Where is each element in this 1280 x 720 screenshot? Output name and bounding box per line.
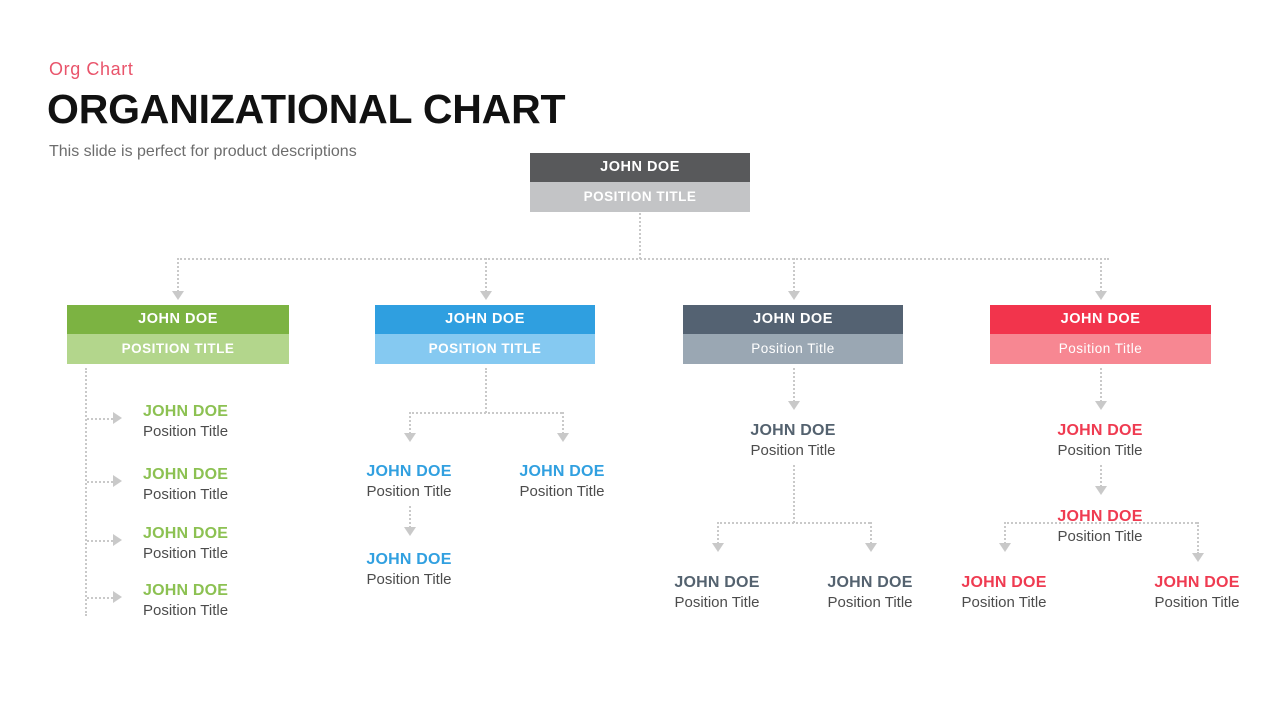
org-node-green-name: JOHN DOE — [67, 305, 289, 334]
arrowhead-slate-item-1 — [788, 401, 800, 410]
arrowhead-slate — [788, 291, 800, 300]
org-leaf-red-3[interactable]: JOHN DOE Position Title — [904, 573, 1104, 613]
connector-slate-sub-stem — [793, 465, 795, 523]
org-node-slate-name: JOHN DOE — [683, 305, 903, 334]
org-leaf-red-2[interactable]: JOHN DOE Position Title — [1000, 507, 1200, 547]
org-node-red-name: JOHN DOE — [990, 305, 1211, 334]
org-leaf-blue-3-title: Position Title — [366, 571, 452, 588]
arrowhead-slate-item-3 — [865, 543, 877, 552]
org-chart-slide: Org Chart ORGANIZATIONAL CHART This slid… — [0, 0, 1280, 720]
arrowhead-slate-item-2 — [712, 543, 724, 552]
arrowhead-red-item-1 — [1095, 401, 1107, 410]
org-node-green-title: POSITION TITLE — [67, 334, 289, 364]
connector-green-rail — [85, 368, 87, 616]
connector-drop-red — [1100, 258, 1102, 292]
org-node-blue-name: JOHN DOE — [375, 305, 595, 334]
connector-slate-drop-2 — [870, 522, 872, 544]
org-node-blue-title: POSITION TITLE — [375, 334, 595, 364]
org-leaf-green-2-name: JOHN DOE — [143, 466, 229, 483]
org-node-root-name: JOHN DOE — [530, 153, 750, 182]
org-node-blue[interactable]: JOHN DOE POSITION TITLE — [375, 305, 595, 364]
org-leaf-green-3-name: JOHN DOE — [143, 525, 229, 542]
connector-green-stub-4 — [87, 597, 113, 599]
org-leaf-blue-3[interactable]: JOHN DOE Position Title — [309, 550, 509, 590]
page-title: ORGANIZATIONAL CHART — [47, 86, 566, 132]
org-node-red[interactable]: JOHN DOE Position Title — [990, 305, 1211, 364]
org-leaf-red-3-title: Position Title — [961, 594, 1047, 611]
connector-slate-bus — [717, 522, 870, 524]
connector-red-drop-1 — [1004, 522, 1006, 544]
arrowhead-green — [172, 291, 184, 300]
arrowhead-green-item-1 — [113, 412, 122, 424]
connector-red-bus — [1004, 522, 1197, 524]
org-node-red-title: Position Title — [990, 334, 1211, 364]
org-leaf-red-2-name: JOHN DOE — [1057, 508, 1143, 525]
arrowhead-red-item-4 — [1192, 553, 1204, 562]
arrowhead-blue-item-1 — [404, 433, 416, 442]
arrowhead-red-item-3 — [999, 543, 1011, 552]
org-node-root[interactable]: JOHN DOE POSITION TITLE — [530, 153, 750, 212]
org-leaf-red-4[interactable]: JOHN DOE Position Title — [1097, 573, 1280, 613]
org-leaf-red-3-name: JOHN DOE — [961, 574, 1047, 591]
org-leaf-red-1-title: Position Title — [1057, 442, 1143, 459]
slide-subtitle: This slide is perfect for product descri… — [49, 143, 357, 160]
org-node-green[interactable]: JOHN DOE POSITION TITLE — [67, 305, 289, 364]
arrowhead-blue-item-3 — [404, 527, 416, 536]
org-leaf-blue-2-title: Position Title — [519, 483, 605, 500]
connector-level2-bus — [177, 258, 1109, 260]
arrowhead-red-item-2 — [1095, 486, 1107, 495]
slide-kicker: Org Chart — [49, 59, 134, 79]
connector-root-stem — [639, 213, 641, 259]
arrowhead-green-item-2 — [113, 475, 122, 487]
connector-drop-green — [177, 258, 179, 292]
connector-red-drop-2 — [1197, 522, 1199, 554]
org-leaf-red-1-name: JOHN DOE — [1057, 422, 1143, 439]
org-leaf-green-1-title: Position Title — [143, 423, 229, 440]
org-leaf-green-3[interactable]: JOHN DOE Position Title — [143, 524, 228, 564]
connector-blue-sub-stem — [409, 506, 411, 528]
connector-slate-stem — [793, 368, 795, 402]
org-node-root-title: POSITION TITLE — [530, 182, 750, 212]
connector-green-stub-3 — [87, 540, 113, 542]
org-leaf-slate-1[interactable]: JOHN DOE Position Title — [693, 421, 893, 461]
org-leaf-blue-2-name: JOHN DOE — [519, 463, 605, 480]
connector-green-stub-2 — [87, 481, 113, 483]
org-leaf-green-4-title: Position Title — [143, 602, 229, 619]
connector-slate-drop-1 — [717, 522, 719, 544]
connector-blue-stem — [485, 368, 487, 413]
connector-drop-slate — [793, 258, 795, 292]
org-node-slate[interactable]: JOHN DOE Position Title — [683, 305, 903, 364]
arrowhead-blue — [480, 291, 492, 300]
org-leaf-green-4-name: JOHN DOE — [143, 582, 229, 599]
arrowhead-green-item-4 — [113, 591, 122, 603]
arrowhead-red — [1095, 291, 1107, 300]
arrowhead-green-item-3 — [113, 534, 122, 546]
org-leaf-slate-1-name: JOHN DOE — [750, 422, 836, 439]
org-leaf-red-1[interactable]: JOHN DOE Position Title — [1000, 421, 1200, 461]
connector-drop-blue — [485, 258, 487, 292]
org-leaf-green-2[interactable]: JOHN DOE Position Title — [143, 465, 228, 505]
org-leaf-green-4[interactable]: JOHN DOE Position Title — [143, 581, 228, 621]
connector-green-stub-1 — [87, 418, 113, 420]
org-leaf-slate-1-title: Position Title — [750, 442, 836, 459]
connector-blue-drop-1 — [409, 412, 411, 434]
connector-red-stem — [1100, 368, 1102, 402]
org-leaf-red-2-title: Position Title — [1057, 528, 1143, 545]
org-node-slate-title: Position Title — [683, 334, 903, 364]
org-leaf-red-4-title: Position Title — [1154, 594, 1240, 611]
org-leaf-red-4-name: JOHN DOE — [1154, 574, 1240, 591]
connector-blue-drop-2 — [562, 412, 564, 434]
connector-blue-bus — [409, 412, 562, 414]
org-leaf-blue-2[interactable]: JOHN DOE Position Title — [462, 462, 662, 502]
org-leaf-green-1[interactable]: JOHN DOE Position Title — [143, 402, 228, 442]
arrowhead-blue-item-2 — [557, 433, 569, 442]
connector-red-sub-stem — [1100, 465, 1102, 487]
org-leaf-green-2-title: Position Title — [143, 486, 229, 503]
org-leaf-blue-3-name: JOHN DOE — [366, 551, 452, 568]
org-leaf-green-1-name: JOHN DOE — [143, 403, 229, 420]
org-leaf-green-3-title: Position Title — [143, 545, 229, 562]
